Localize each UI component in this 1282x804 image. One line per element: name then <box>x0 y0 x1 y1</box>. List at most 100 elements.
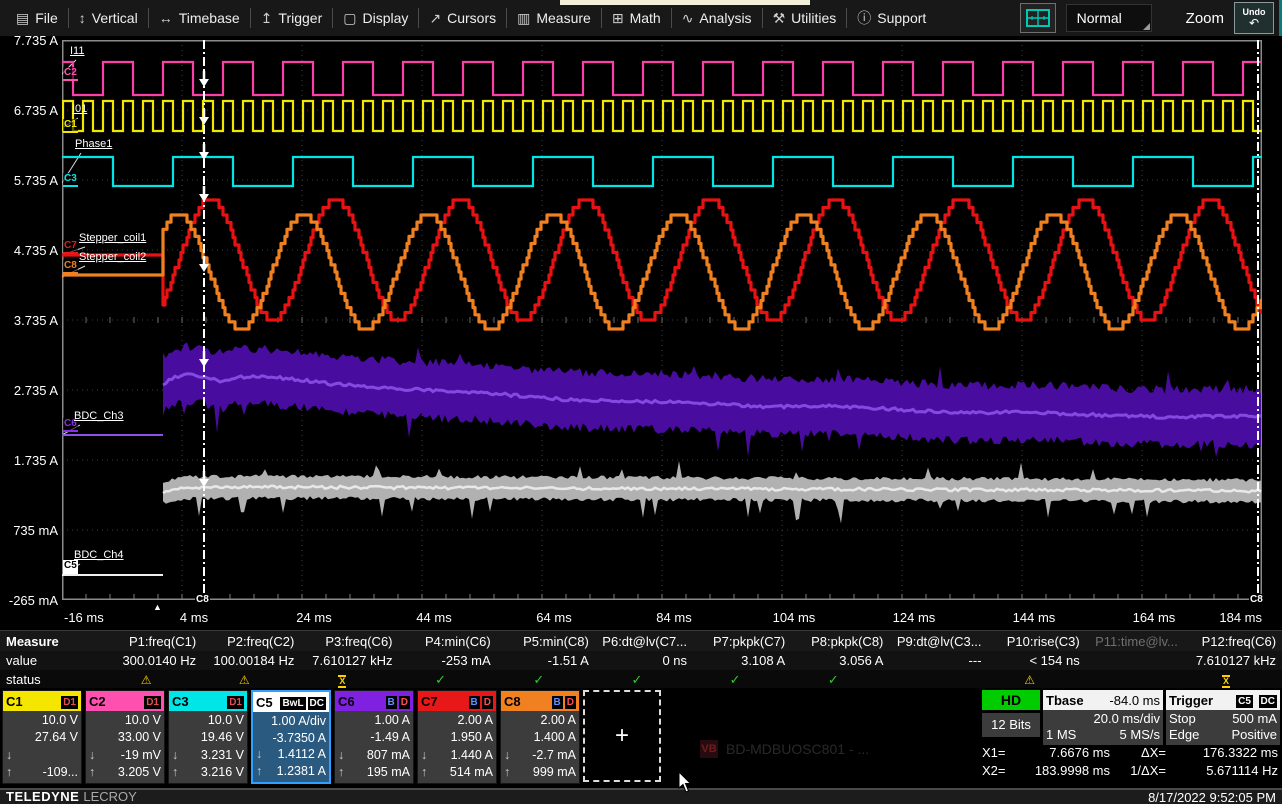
measure-value-row: value300.0140 Hz100.00184 Hz7.610127 kHz… <box>0 651 1282 670</box>
menu-analysis[interactable]: ∿Analysis <box>672 0 762 36</box>
menu-timebase[interactable]: ↔Timebase <box>149 0 250 36</box>
menu-file[interactable]: ▤File <box>6 0 68 36</box>
menu-utilities[interactable]: ⚒ Utilities <box>763 0 847 36</box>
math-icon: ⊞ <box>612 10 624 27</box>
ok-icon: ✓ <box>435 672 446 687</box>
channel-header-C7: C7BD <box>418 691 496 711</box>
background-window-strip <box>560 0 810 5</box>
menu-math[interactable]: ⊞Math <box>602 0 671 36</box>
y-axis-label: 4.735 A <box>0 243 58 258</box>
zoom-label[interactable]: Zoom <box>1186 10 1224 27</box>
cursor-source-tag[interactable]: C8 <box>195 594 210 605</box>
menu-vertical[interactable]: ↕Vertical <box>69 0 148 36</box>
trigger-box[interactable]: Trigger C5 DC Stop 500 mA Edge Positive <box>1166 690 1280 745</box>
badge-dc: DC <box>308 697 326 710</box>
utilities-icon: ⚒ <box>773 10 786 27</box>
channel-values: 1.00 A/div-3.7350 A↓1.4112 A↑1.2381 A <box>253 712 329 782</box>
x-axis-label: -16 ms <box>64 610 104 625</box>
grid-display-button[interactable] <box>1020 3 1056 33</box>
x1-label: X1= <box>982 744 1018 762</box>
plot-area[interactable]: C2C1C3C7C8C6C5 I11I01Phase1Stepper_coil1… <box>62 40 1262 600</box>
grid-icon <box>1026 9 1050 27</box>
menu-label: Utilities <box>791 10 836 26</box>
channel-max-value: 3.216 V <box>201 765 244 780</box>
channel-box-C6[interactable]: C6BD1.00 A-1.49 A↓807 mA↑195 mA <box>334 690 414 784</box>
channel-box-C2[interactable]: C2D110.0 V33.00 V↓-19 mV↑3.205 V <box>85 690 165 784</box>
badge-b: B <box>469 696 480 709</box>
channel-header-C3: C3 D1 <box>169 691 247 711</box>
cursor-source-tag[interactable]: C8 <box>1249 594 1264 605</box>
trace-label-bdc_ch3[interactable]: BDC_Ch3 <box>74 410 124 423</box>
channel-max-value: -109... <box>43 765 78 780</box>
channel-box-C5[interactable]: C5BwLDC1.00 A/div-3.7350 A↓1.4112 A↑1.23… <box>251 690 331 784</box>
trace-label-i01[interactable]: I01 <box>72 103 87 116</box>
measure-param-header[interactable]: P10:rise(C3) <box>988 634 1086 649</box>
channel-badges: D1 <box>225 692 244 710</box>
down-arrow-icon: ↓ <box>6 748 12 763</box>
measure-param-header[interactable]: P4:min(C6) <box>399 634 497 649</box>
y-axis-label: 5.735 A <box>0 173 58 188</box>
measure-param-header[interactable]: P11:time@lv... <box>1086 634 1184 649</box>
y-axis-label: 7.735 A <box>0 33 58 48</box>
trace-label-bdc_ch4[interactable]: BDC_Ch4 <box>74 549 124 562</box>
channel-name: C3 <box>172 694 189 709</box>
measure-param-header[interactable]: P2:freq(C2) <box>202 634 300 649</box>
x-axis-label: 84 ms <box>656 610 691 625</box>
display-mode-dropdown[interactable]: Normal <box>1066 4 1152 32</box>
menu-support[interactable]: ⓘSupport <box>847 0 936 36</box>
channel-header-C6: C6BD <box>335 691 413 711</box>
menu-display[interactable]: ▢Display <box>333 0 418 36</box>
measure-value: 3.108 A <box>693 653 791 668</box>
menu-cursors[interactable]: ↗Cursors <box>419 0 506 36</box>
add-channel-button[interactable]: + <box>583 690 661 782</box>
x-axis-labels: -16 ms4 ms24 ms44 ms64 ms84 ms104 ms124 … <box>0 608 1282 628</box>
measure-param-header[interactable]: P3:freq(C6) <box>300 634 398 649</box>
measure-param-header[interactable]: P8:pkpk(C8) <box>791 634 889 649</box>
channel-min-value: 807 mA <box>367 748 410 763</box>
measure-row-label: Measure <box>0 634 104 649</box>
trace-label-i11[interactable]: I11 <box>70 45 84 58</box>
trace-label-stepper_coil2[interactable]: Stepper_coil2 <box>79 251 146 264</box>
warning-icon: ⚠ <box>239 673 250 687</box>
channel-values: 10.0 V19.46 V↓3.231 V↑3.216 V <box>169 711 247 783</box>
timebase-box[interactable]: Tbase -84.0 ms 20.0 ms/div 1 MS 5 MS/s <box>1043 690 1163 745</box>
measure-status: X <box>300 672 398 688</box>
menu-trigger[interactable]: ↥Trigger <box>251 0 333 36</box>
channel-min-value: 1.4112 A <box>278 747 326 762</box>
trigger-position-marker[interactable]: ▲ <box>153 602 162 612</box>
channel-values: 2.00 A1.400 A↓-2.7 mA↑999 mA <box>501 711 579 783</box>
menu-items: ▤File↕Vertical↔Timebase↥Trigger▢Display↗… <box>0 0 936 36</box>
measure-status: ✓ <box>399 672 497 688</box>
channel-box-C3[interactable]: C3 D110.0 V19.46 V↓3.231 V↑3.216 V <box>168 690 248 784</box>
channel-box-C7[interactable]: C7BD2.00 A1.950 A↓1.440 A↑514 mA <box>417 690 497 784</box>
menu-label: Timebase <box>179 10 240 26</box>
channel-max-value: 999 mA <box>533 765 576 780</box>
measure-status: X <box>1184 672 1282 688</box>
channel-header-C8: C8BD <box>501 691 579 711</box>
channel-max-value: 514 mA <box>450 765 493 780</box>
channel-box-C1[interactable]: C1D110.0 V27.64 V↓↑-109... <box>2 690 82 784</box>
measure-param-header[interactable]: P1:freq(C1) <box>104 634 202 649</box>
up-arrow-icon: ↑ <box>504 765 510 780</box>
trace-label-phase1[interactable]: Phase1 <box>75 138 112 151</box>
measure-param-header[interactable]: P5:min(C8) <box>497 634 595 649</box>
channel-offset: 27.64 V <box>6 730 78 745</box>
trigger-slope: Positive <box>1231 727 1277 743</box>
x1-value: 7.6676 ms <box>1018 744 1120 762</box>
acquisition-box[interactable]: HD 12 Bits <box>982 690 1040 737</box>
menu-measure[interactable]: ▥Measure <box>507 0 601 36</box>
measure-value: -1.51 A <box>497 653 595 668</box>
channel-box-C8[interactable]: C8BD2.00 A1.400 A↓-2.7 mA↑999 mA <box>500 690 580 784</box>
y-axis-label: -265 mA <box>0 593 58 608</box>
channel-scale: 2.00 A <box>504 713 576 728</box>
undo-button[interactable]: Undo ↶ <box>1234 2 1274 34</box>
trace-label-stepper_coil1[interactable]: Stepper_coil1 <box>79 232 146 245</box>
menu-label: Display <box>362 10 408 26</box>
measure-param-header[interactable]: P9:dt@lv(C3... <box>889 634 987 649</box>
channel-boxes: C1D110.0 V27.64 V↓↑-109...C2D110.0 V33.0… <box>2 690 661 784</box>
channel-name: C2 <box>89 694 106 709</box>
channel-max: ↑3.216 V <box>172 765 244 780</box>
measure-param-header[interactable]: P6:dt@lv(C7... <box>595 634 693 649</box>
measure-param-header[interactable]: P7:pkpk(C7) <box>693 634 791 649</box>
measure-param-header[interactable]: P12:freq(C6) <box>1184 634 1282 649</box>
